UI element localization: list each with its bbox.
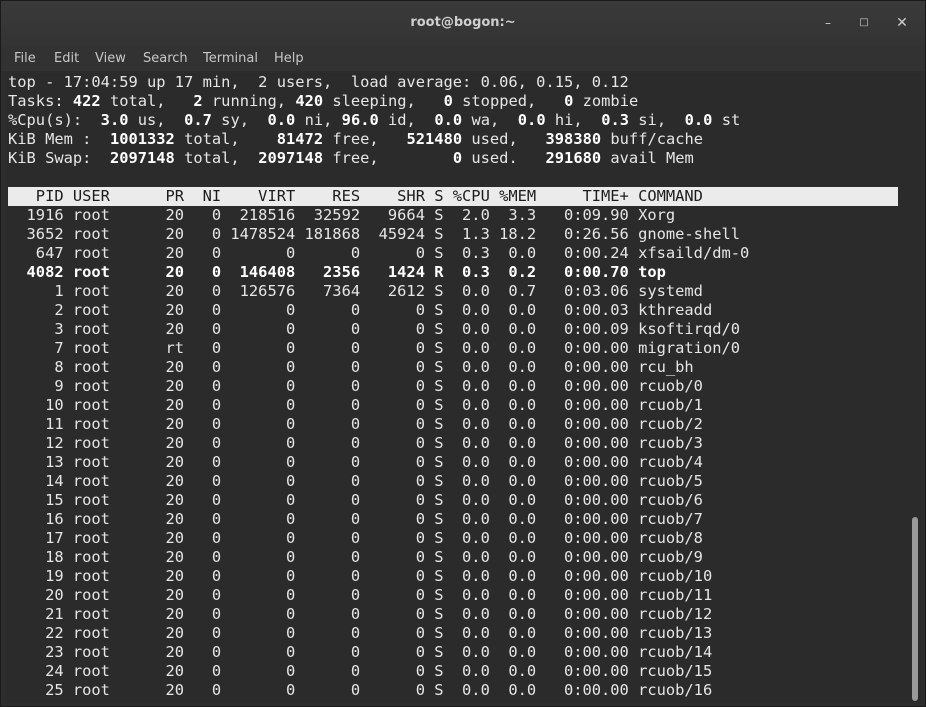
tasks-segment: stopped, [452, 92, 565, 110]
menu-search[interactable]: Search [143, 51, 188, 66]
cpu-segment: si, [629, 111, 685, 129]
table-row: 1 root 20 0 126576 7364 2612 S 0.0 0.7 0… [8, 282, 703, 300]
table-row: 3652 root 20 0 1478524 181868 45924 S 1.… [8, 225, 741, 243]
cpu-segment: 0.0 [267, 111, 296, 129]
table-header-text: PID USER PR NI VIRT RES SHR S %CPU %MEM … [8, 187, 703, 205]
table-row: 647 root 20 0 0 0 0 S 0.3 0.0 0:00.24 xf… [8, 244, 750, 262]
cpu-segment: 96.0 [341, 111, 379, 129]
menu-file[interactable]: File [14, 51, 36, 66]
cpu-segment: id, [378, 111, 435, 129]
window-title: root@bogon:~ [410, 15, 516, 30]
cpu-segment: 0.0 [517, 111, 546, 129]
table-row: 1916 root 20 0 218516 32592 9664 S 2.0 3… [8, 206, 676, 224]
tasks-line: Tasks: 422 total, 2 running, 420 sleepin… [8, 92, 638, 111]
tasks-segment: 422 [72, 92, 101, 110]
cpu-segment: 0.7 [184, 111, 212, 129]
table-row: 19 root 20 0 0 0 0 S 0.0 0.0 0:00.00 rcu… [8, 567, 713, 585]
cpu-segment: 0.0 [684, 111, 713, 129]
mem-segment: free, [323, 130, 407, 148]
mem-segment: 81472 [276, 130, 324, 148]
swap-segment: 291680 [545, 149, 602, 167]
tasks-segment: 0 [564, 92, 574, 110]
scroll-thumb[interactable] [912, 517, 918, 701]
scrollbar[interactable] [909, 73, 921, 703]
table-row: 18 root 20 0 0 0 0 S 0.0 0.0 0:00.00 rcu… [8, 548, 703, 566]
table-row: 15 root 20 0 0 0 0 S 0.0 0.0 0:00.00 rcu… [8, 491, 703, 509]
cpu-segment: wa, [462, 111, 518, 129]
menu-edit[interactable]: Edit [54, 51, 79, 66]
menu-view[interactable]: View [95, 51, 126, 66]
cpu-segment: hi, [545, 111, 602, 129]
table-row: 17 root 20 0 0 0 0 S 0.0 0.0 0:00.00 rcu… [8, 529, 703, 547]
swap-segment: 0 [452, 149, 463, 167]
tasks-segment: 0 [443, 92, 453, 110]
table-row: 22 root 20 0 0 0 0 S 0.0 0.0 0:00.00 rcu… [8, 624, 713, 642]
cpu-segment: 0.0 [434, 111, 463, 129]
cpu-line: %Cpu(s): 3.0 us, 0.7 sy, 0.0 ni, 96.0 id… [8, 111, 740, 130]
table-row: 8 root 20 0 0 0 0 S 0.0 0.0 0:00.00 rcu_… [8, 358, 694, 376]
table-row: 12 root 20 0 0 0 0 S 0.0 0.0 0:00.00 rcu… [8, 434, 703, 452]
swap-segment: avail Mem [601, 149, 694, 167]
mem-segment: used, [462, 130, 546, 148]
mem-segment: KiB Mem : [8, 130, 110, 148]
swap-segment: KiB Swap: [8, 149, 110, 167]
swap-line: KiB Swap: 2097148 total, 2097148 free, 0… [8, 149, 694, 168]
menu-bar: File Edit View Search Terminal Help [1, 47, 925, 71]
table-row: 9 root 20 0 0 0 0 S 0.0 0.0 0:00.00 rcuo… [8, 377, 703, 395]
table-row: 2 root 20 0 0 0 0 S 0.0 0.0 0:00.03 kthr… [8, 301, 713, 319]
table-row: 25 root 20 0 0 0 0 S 0.0 0.0 0:00.00 rcu… [8, 681, 713, 699]
cpu-segment: 3.0 [100, 111, 129, 129]
table-row: 3 root 20 0 0 0 0 S 0.0 0.0 0:00.09 ksof… [8, 320, 741, 338]
cpu-segment: %Cpu(s): [8, 111, 101, 129]
mem-segment: 398380 [545, 130, 602, 148]
title-bar[interactable]: root@bogon:~ – □ ✕ [1, 1, 925, 47]
cpu-segment: 0.3 [601, 111, 630, 129]
mem-segment: 521480 [406, 130, 463, 148]
swap-segment: free, [323, 149, 453, 167]
table-row: 10 root 20 0 0 0 0 S 0.0 0.0 0:00.00 rcu… [8, 396, 703, 414]
mem-segment: total, [174, 130, 277, 148]
cpu-segment: sy, [211, 111, 268, 129]
tasks-segment: Tasks: [8, 92, 73, 110]
menu-help[interactable]: Help [274, 51, 304, 66]
menu-terminal[interactable]: Terminal [203, 51, 258, 66]
swap-segment: 2097148 [258, 149, 324, 167]
cpu-segment: st [712, 111, 741, 129]
tasks-segment: zombie [573, 92, 639, 110]
table-row: 11 root 20 0 0 0 0 S 0.0 0.0 0:00.00 rcu… [8, 415, 703, 433]
mem-line: KiB Mem : 1001332 total, 81472 free, 521… [8, 130, 703, 149]
tasks-segment: total, [100, 92, 194, 110]
terminal-output[interactable]: top - 17:04:59 up 17 min, 2 users, load … [6, 73, 909, 703]
tasks-segment: 2 [193, 92, 203, 110]
table-row: 4082 root 20 0 146408 2356 1424 R 0.3 0.… [8, 263, 666, 281]
swap-segment: 2097148 [109, 149, 175, 167]
table-row: 13 root 20 0 0 0 0 S 0.0 0.0 0:00.00 rcu… [8, 453, 703, 471]
table-row: 20 root 20 0 0 0 0 S 0.0 0.0 0:00.00 rcu… [8, 586, 713, 604]
uptime-line: top - 17:04:59 up 17 min, 2 users, load … [8, 73, 629, 91]
table-row: 7 root rt 0 0 0 0 S 0.0 0.0 0:00.00 migr… [8, 339, 741, 357]
close-icon[interactable]: ✕ [892, 13, 912, 33]
table-row: 16 root 20 0 0 0 0 S 0.0 0.0 0:00.00 rcu… [8, 510, 703, 528]
table-header: PID USER PR NI VIRT RES SHR S %CPU %MEM … [8, 187, 898, 206]
tasks-segment: sleeping, [323, 92, 444, 110]
table-row: 14 root 20 0 0 0 0 S 0.0 0.0 0:00.00 rcu… [8, 472, 703, 490]
table-row: 21 root 20 0 0 0 0 S 0.0 0.0 0:00.00 rcu… [8, 605, 713, 623]
tasks-segment: running, [202, 92, 296, 110]
minimize-icon[interactable]: – [818, 13, 838, 33]
tasks-segment: 420 [295, 92, 324, 110]
mem-segment: buff/cache [601, 130, 704, 148]
swap-segment: total, [174, 149, 259, 167]
table-row: 24 root 20 0 0 0 0 S 0.0 0.0 0:00.00 rcu… [8, 662, 713, 680]
table-row: 23 root 20 0 0 0 0 S 0.0 0.0 0:00.00 rcu… [8, 643, 713, 661]
cpu-segment: us, [128, 111, 185, 129]
cpu-segment: ni, [295, 111, 342, 129]
terminal-window: root@bogon:~ – □ ✕ File Edit View Search… [0, 0, 926, 707]
maximize-icon[interactable]: □ [854, 13, 874, 33]
swap-segment: used. [462, 149, 546, 167]
mem-segment: 1001332 [109, 130, 175, 148]
